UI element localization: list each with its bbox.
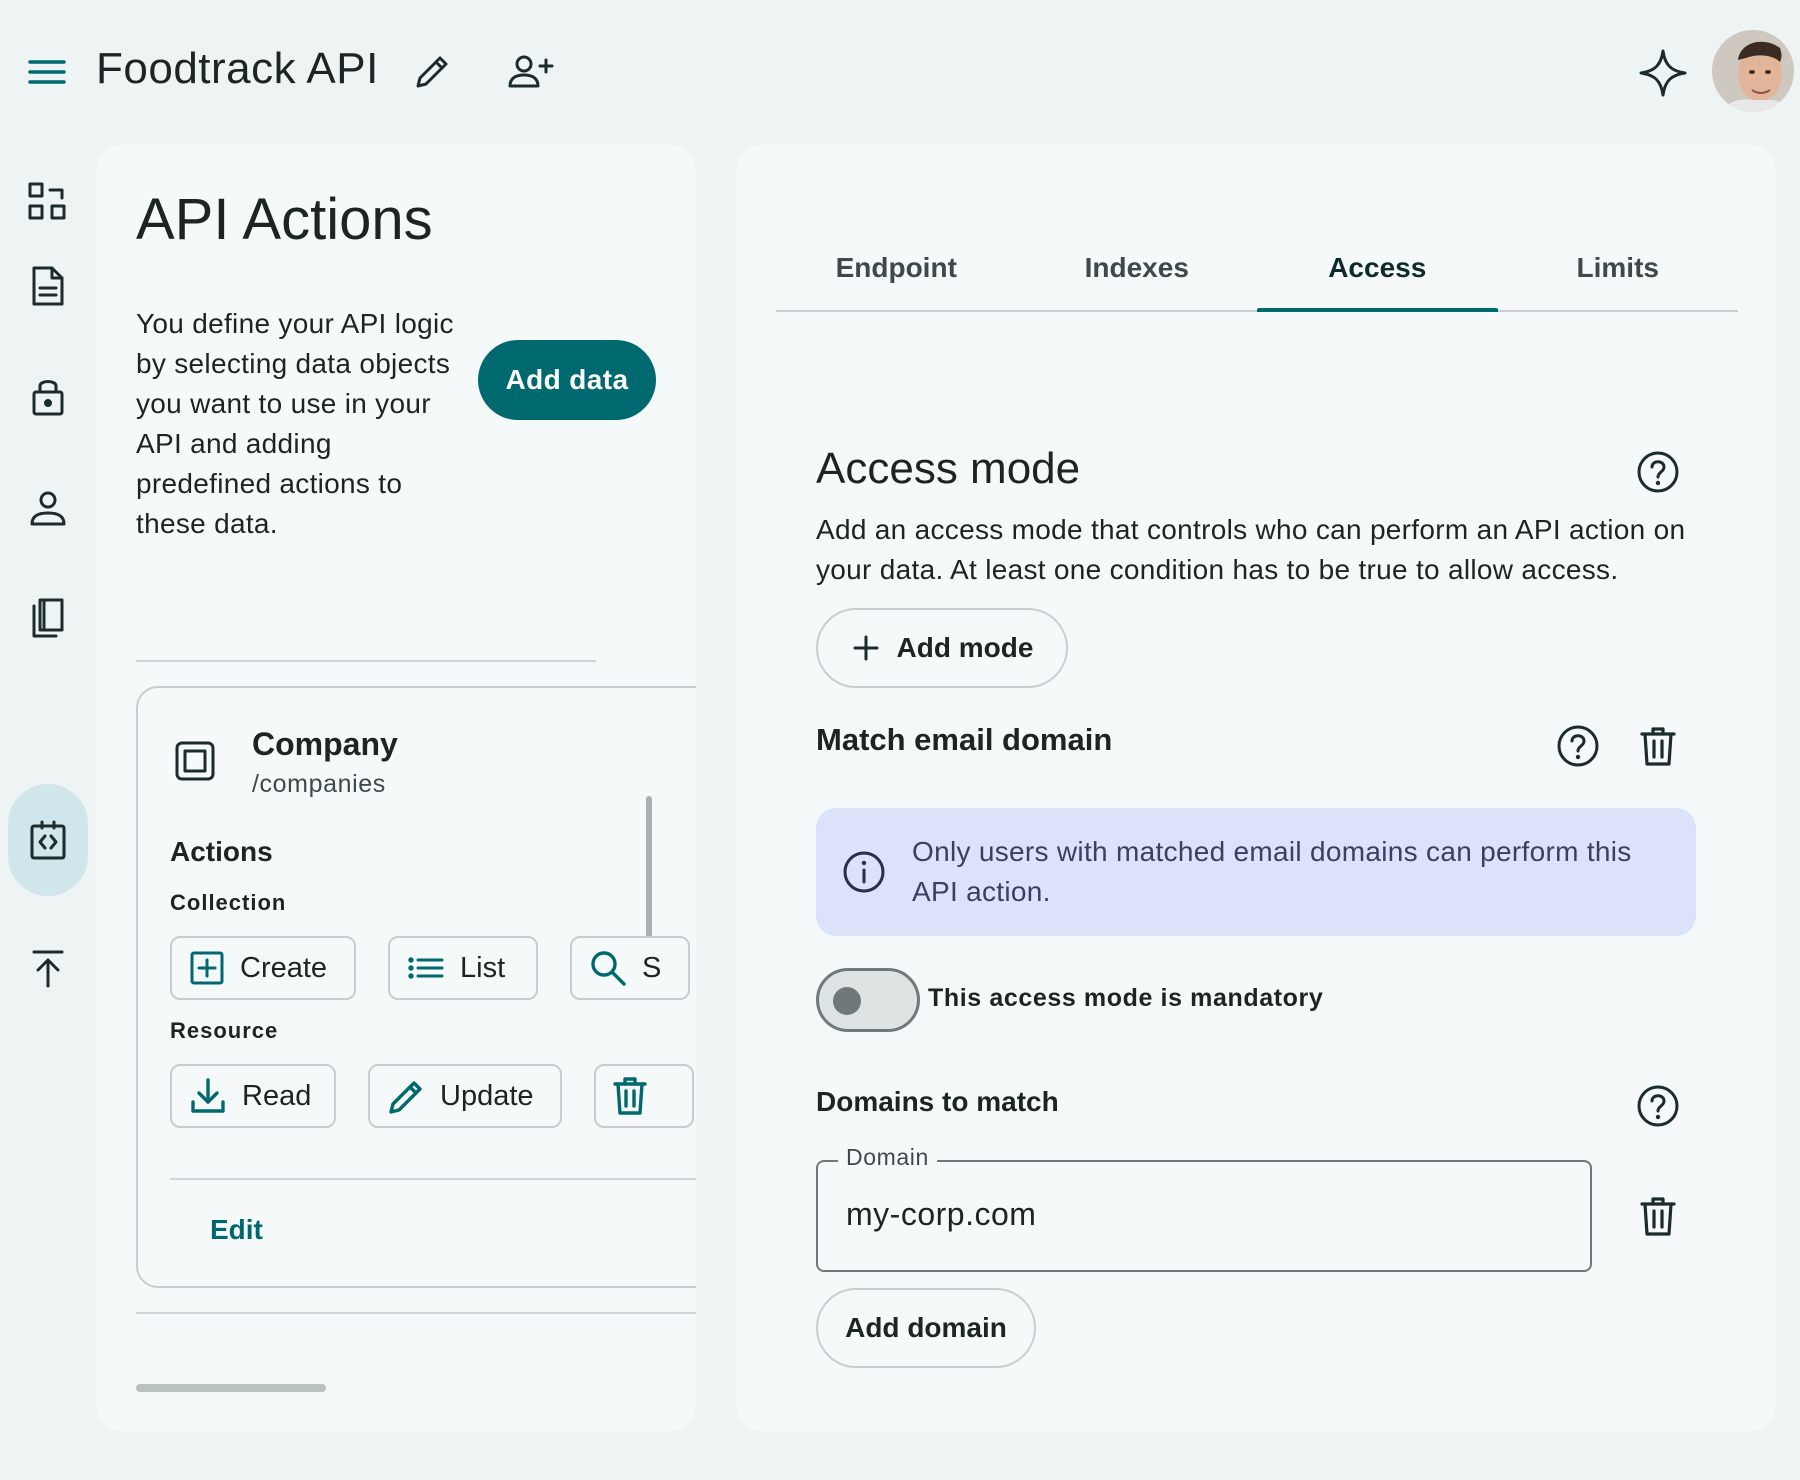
panel-title: API Actions — [136, 187, 433, 252]
trash-icon[interactable] — [1636, 724, 1680, 768]
top-app-bar: Foodtrack API — [0, 0, 1800, 140]
search-action-button[interactable]: S — [570, 936, 690, 1000]
access-mode-description: Add an access mode that controls who can… — [816, 514, 1686, 585]
update-action-label: Update — [440, 1079, 534, 1112]
api-code-icon — [26, 818, 70, 862]
delete-action-button[interactable] — [594, 1064, 694, 1128]
edit-button[interactable]: Edit — [210, 1214, 263, 1246]
search-action-label: S — [642, 951, 662, 984]
rail-item-docs[interactable] — [8, 578, 88, 658]
horizontal-scrollbar[interactable] — [136, 1384, 326, 1392]
resource-heading: Resource — [170, 1018, 279, 1043]
data-object-icon — [172, 738, 218, 784]
lock-icon — [26, 374, 70, 418]
access-mode-title: Access mode — [816, 444, 1081, 493]
help-icon[interactable] — [1636, 450, 1680, 494]
list-icon — [406, 949, 446, 987]
tab-access[interactable]: Access — [1257, 248, 1498, 312]
plus-icon — [851, 633, 881, 663]
mandatory-toggle-label: This access mode is mandatory — [928, 984, 1324, 1012]
publish-icon — [26, 946, 70, 990]
domain-input[interactable] — [846, 1196, 1546, 1233]
match-email-domain-title: Match email domain — [816, 722, 1113, 757]
toggle-knob — [833, 987, 861, 1015]
actions-heading: Actions — [170, 836, 273, 867]
rail-item-documents[interactable] — [8, 246, 88, 326]
divider — [170, 1178, 696, 1180]
app-title: Foodtrack API — [96, 44, 379, 93]
rail-item-publish[interactable] — [8, 928, 88, 1008]
add-domain-button[interactable]: Add domain — [816, 1288, 1036, 1368]
read-action-button[interactable]: Read — [170, 1064, 336, 1128]
mandatory-toggle[interactable] — [816, 968, 920, 1032]
help-icon[interactable] — [1636, 1084, 1680, 1128]
pencil-icon — [386, 1076, 426, 1116]
search-icon — [588, 948, 628, 988]
avatar[interactable] — [1712, 30, 1794, 112]
rail-item-security[interactable] — [8, 356, 88, 436]
data-object-path: /companies — [252, 770, 386, 798]
tab-bar: Endpoint Indexes Access Limits — [776, 248, 1738, 312]
domains-to-match-title: Domains to match — [816, 1086, 1059, 1117]
divider — [136, 660, 596, 662]
info-text: Only users with matched email domains ca… — [912, 836, 1632, 907]
sparkle-icon[interactable] — [1636, 46, 1690, 100]
list-action-label: List — [460, 951, 506, 984]
action-settings-panel: Endpoint Indexes Access Limits Access mo… — [736, 144, 1776, 1432]
domain-field: Domain — [816, 1144, 1592, 1272]
pencil-icon[interactable] — [408, 48, 456, 96]
help-icon[interactable] — [1556, 724, 1600, 768]
vertical-scrollbar[interactable] — [646, 796, 652, 946]
tab-indexes[interactable]: Indexes — [1017, 248, 1258, 310]
menu-icon[interactable] — [24, 52, 70, 92]
info-icon — [842, 850, 886, 894]
panel-description: You define your API logic by selecting d… — [136, 308, 454, 539]
person-add-icon[interactable] — [504, 48, 556, 96]
trash-icon — [612, 1076, 648, 1116]
document-icon — [26, 264, 70, 308]
download-icon — [188, 1076, 228, 1116]
trash-icon[interactable] — [1636, 1194, 1680, 1238]
read-action-label: Read — [242, 1079, 312, 1112]
divider — [136, 1312, 696, 1314]
rail-item-dashboard[interactable] — [8, 162, 88, 242]
collection-heading: Collection — [170, 890, 287, 915]
domain-field-label: Domain — [838, 1144, 937, 1171]
list-action-button[interactable]: List — [388, 936, 538, 1000]
add-mode-button[interactable]: Add mode — [816, 608, 1068, 688]
add-box-icon — [188, 949, 226, 987]
api-actions-panel: API Actions You define your API logic by… — [96, 144, 696, 1432]
rail-item-api-actions[interactable] — [8, 784, 88, 896]
add-data-button[interactable]: Add data — [478, 340, 656, 420]
update-action-button[interactable]: Update — [368, 1064, 562, 1128]
data-object-card: Company /companies Actions Collection Cr… — [136, 686, 696, 1288]
add-mode-label: Add mode — [896, 632, 1034, 663]
rail-item-users[interactable] — [8, 468, 88, 548]
info-banner: Only users with matched email domains ca… — [816, 808, 1696, 936]
tab-limits[interactable]: Limits — [1498, 248, 1739, 310]
create-action-button[interactable]: Create — [170, 936, 356, 1000]
data-object-name: Company — [252, 726, 398, 762]
tab-endpoint[interactable]: Endpoint — [776, 248, 1017, 310]
book-icon — [26, 596, 70, 640]
person-icon — [26, 486, 70, 530]
dashboard-icon — [26, 180, 70, 224]
create-action-label: Create — [240, 951, 328, 984]
